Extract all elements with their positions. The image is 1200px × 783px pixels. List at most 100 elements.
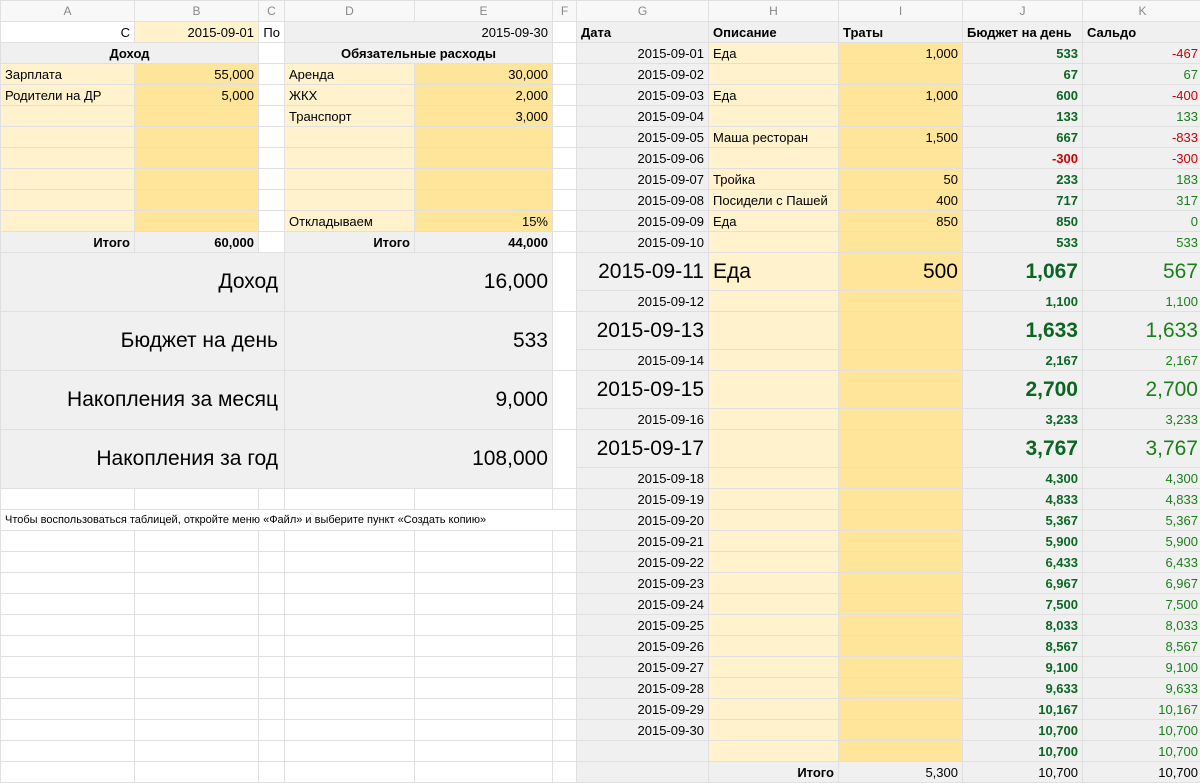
daily-budget[interactable]: 1,067 bbox=[963, 253, 1083, 291]
summary-value[interactable]: 108,000 bbox=[285, 430, 553, 489]
daily-date[interactable]: 2015-09-23 bbox=[577, 573, 709, 594]
income-header[interactable]: Доход bbox=[1, 43, 259, 64]
income-amount[interactable] bbox=[135, 211, 259, 232]
daily-balance[interactable]: 3,767 bbox=[1083, 430, 1200, 468]
income-amount[interactable]: 5,000 bbox=[135, 85, 259, 106]
daily-date[interactable]: 2015-09-09 bbox=[577, 211, 709, 232]
daily-budget[interactable]: 7,500 bbox=[963, 594, 1083, 615]
daily-date[interactable]: 2015-09-24 bbox=[577, 594, 709, 615]
daily-spend[interactable] bbox=[839, 430, 963, 468]
daily-spend[interactable] bbox=[839, 699, 963, 720]
daily-date[interactable]: 2015-09-28 bbox=[577, 678, 709, 699]
expense-amount[interactable]: 3,000 bbox=[415, 106, 553, 127]
daily-desc[interactable] bbox=[709, 636, 839, 657]
total-spend[interactable]: 5,300 bbox=[839, 762, 963, 783]
daily-date[interactable]: 2015-09-22 bbox=[577, 552, 709, 573]
daily-desc[interactable]: Еда bbox=[709, 43, 839, 64]
daily-budget[interactable]: 717 bbox=[963, 190, 1083, 211]
daily-budget[interactable]: 5,900 bbox=[963, 531, 1083, 552]
period-to[interactable]: 2015-09-30 bbox=[285, 22, 553, 43]
daily-desc[interactable] bbox=[709, 64, 839, 85]
expense-name[interactable] bbox=[285, 190, 415, 211]
hdr-spend[interactable]: Траты bbox=[839, 22, 963, 43]
summary-label[interactable]: Бюджет на день bbox=[1, 312, 285, 371]
expense-name[interactable]: Транспорт bbox=[285, 106, 415, 127]
daily-budget[interactable]: 8,033 bbox=[963, 615, 1083, 636]
daily-balance[interactable]: 3,233 bbox=[1083, 409, 1200, 430]
daily-budget[interactable]: 600 bbox=[963, 85, 1083, 106]
daily-date[interactable]: 2015-09-29 bbox=[577, 699, 709, 720]
daily-balance[interactable]: -833 bbox=[1083, 127, 1200, 148]
daily-budget[interactable]: 10,700 bbox=[963, 720, 1083, 741]
daily-budget[interactable]: 4,300 bbox=[963, 468, 1083, 489]
daily-spend[interactable] bbox=[839, 312, 963, 350]
daily-balance[interactable]: 9,633 bbox=[1083, 678, 1200, 699]
daily-budget[interactable]: 6,433 bbox=[963, 552, 1083, 573]
daily-spend[interactable] bbox=[839, 148, 963, 169]
daily-desc[interactable] bbox=[709, 615, 839, 636]
daily-balance[interactable]: 4,300 bbox=[1083, 468, 1200, 489]
daily-budget[interactable]: 10,167 bbox=[963, 699, 1083, 720]
daily-date[interactable]: 2015-09-10 bbox=[577, 232, 709, 253]
daily-desc[interactable] bbox=[709, 312, 839, 350]
daily-spend[interactable] bbox=[839, 615, 963, 636]
daily-balance[interactable]: 7,500 bbox=[1083, 594, 1200, 615]
daily-balance[interactable]: 5,900 bbox=[1083, 531, 1200, 552]
daily-date[interactable]: 2015-09-08 bbox=[577, 190, 709, 211]
summary-label[interactable]: Накопления за год bbox=[1, 430, 285, 489]
daily-spend[interactable] bbox=[839, 573, 963, 594]
daily-spend[interactable] bbox=[839, 371, 963, 409]
daily-desc[interactable] bbox=[709, 657, 839, 678]
daily-date[interactable]: 2015-09-27 bbox=[577, 657, 709, 678]
summary-value[interactable]: 9,000 bbox=[285, 371, 553, 430]
daily-budget[interactable]: 10,700 bbox=[963, 741, 1083, 762]
daily-budget[interactable]: 9,100 bbox=[963, 657, 1083, 678]
col-header-C[interactable]: C bbox=[259, 1, 285, 22]
col-header-I[interactable]: I bbox=[839, 1, 963, 22]
daily-date[interactable]: 2015-09-21 bbox=[577, 531, 709, 552]
expense-amount[interactable] bbox=[415, 127, 553, 148]
daily-date[interactable]: 2015-09-07 bbox=[577, 169, 709, 190]
daily-balance[interactable]: 317 bbox=[1083, 190, 1200, 211]
total-balance[interactable]: 10,700 bbox=[1083, 762, 1200, 783]
daily-desc[interactable] bbox=[709, 148, 839, 169]
daily-desc[interactable]: Маша ресторан bbox=[709, 127, 839, 148]
daily-spend[interactable]: 850 bbox=[839, 211, 963, 232]
daily-spend[interactable]: 1,000 bbox=[839, 85, 963, 106]
period-from[interactable]: 2015-09-01 bbox=[135, 22, 259, 43]
daily-date[interactable]: 2015-09-03 bbox=[577, 85, 709, 106]
daily-date[interactable]: 2015-09-17 bbox=[577, 430, 709, 468]
expense-amount[interactable] bbox=[415, 148, 553, 169]
income-amount[interactable] bbox=[135, 148, 259, 169]
daily-desc[interactable] bbox=[709, 720, 839, 741]
daily-desc[interactable]: Еда bbox=[709, 253, 839, 291]
daily-date[interactable]: 2015-09-12 bbox=[577, 291, 709, 312]
daily-budget[interactable]: 1,100 bbox=[963, 291, 1083, 312]
income-name[interactable] bbox=[1, 211, 135, 232]
daily-balance[interactable]: 8,567 bbox=[1083, 636, 1200, 657]
daily-date[interactable]: 2015-09-05 bbox=[577, 127, 709, 148]
income-amount[interactable] bbox=[135, 190, 259, 211]
daily-date[interactable]: 2015-09-20 bbox=[577, 510, 709, 531]
hdr-desc[interactable]: Описание bbox=[709, 22, 839, 43]
expense-amount[interactable]: 2,000 bbox=[415, 85, 553, 106]
daily-balance[interactable]: 183 bbox=[1083, 169, 1200, 190]
daily-date[interactable]: 2015-09-01 bbox=[577, 43, 709, 64]
daily-desc[interactable] bbox=[709, 510, 839, 531]
hdr-balance[interactable]: Сальдо bbox=[1083, 22, 1200, 43]
daily-spend[interactable]: 500 bbox=[839, 253, 963, 291]
daily-budget[interactable]: -300 bbox=[963, 148, 1083, 169]
hdr-budget[interactable]: Бюджет на день bbox=[963, 22, 1083, 43]
col-header-F[interactable]: F bbox=[553, 1, 577, 22]
daily-budget[interactable]: 3,233 bbox=[963, 409, 1083, 430]
daily-budget[interactable]: 533 bbox=[963, 43, 1083, 64]
daily-budget[interactable]: 667 bbox=[963, 127, 1083, 148]
expense-header[interactable]: Обязательные расходы bbox=[285, 43, 553, 64]
income-name[interactable]: Родители на ДР bbox=[1, 85, 135, 106]
income-name[interactable] bbox=[1, 190, 135, 211]
daily-spend[interactable] bbox=[839, 64, 963, 85]
daily-date[interactable]: 2015-09-04 bbox=[577, 106, 709, 127]
daily-spend[interactable] bbox=[839, 489, 963, 510]
expense-name[interactable]: Откладываем bbox=[285, 211, 415, 232]
period-from-label[interactable]: С bbox=[1, 22, 135, 43]
